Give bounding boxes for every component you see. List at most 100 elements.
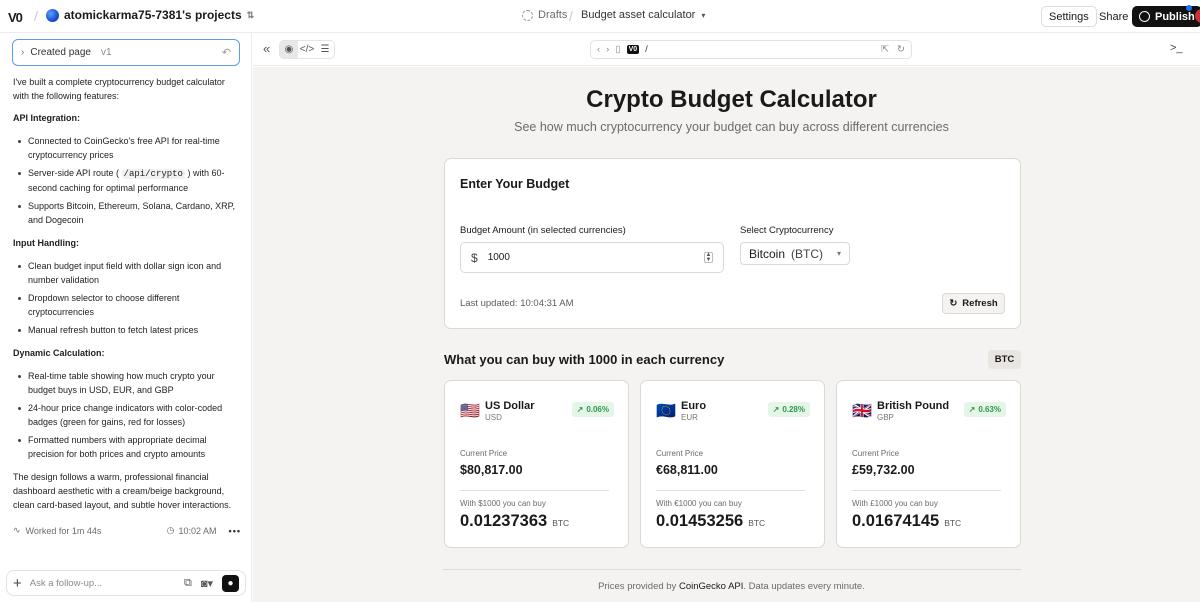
crypto-amount: 0.01674145 BTC — [852, 512, 961, 531]
divider — [852, 490, 1001, 491]
terminal-icon[interactable]: >_ — [1170, 42, 1183, 54]
settings-button[interactable]: Settings — [1041, 6, 1097, 27]
message-time: 10:02 AM — [178, 525, 217, 536]
reload-icon[interactable]: ↻ — [897, 44, 905, 55]
currency-name: US Dollar — [485, 400, 535, 412]
undo-icon[interactable]: ↶ — [222, 46, 231, 59]
publish-label: Publish — [1155, 10, 1195, 23]
open-external-icon[interactable]: ⇱ — [881, 44, 889, 55]
project-switcher[interactable]: atomickarma75-7381's projects ⇅ — [46, 8, 254, 22]
divider: / — [569, 8, 573, 24]
budget-card-title: Enter Your Budget — [460, 177, 570, 191]
currency-code: GBP — [877, 413, 894, 422]
app-preview: Crypto Budget Calculator See how much cr… — [253, 67, 1200, 602]
view-mode-toggle: ◉ </> ☰ — [279, 40, 335, 59]
chevron-right-icon: › — [21, 47, 25, 58]
project-avatar — [46, 8, 59, 22]
device-icon[interactable]: ▯ — [615, 44, 620, 55]
coingecko-link[interactable]: CoinGecko API — [679, 581, 743, 592]
refresh-icon: ↻ — [949, 298, 958, 309]
address-bar[interactable]: ‹ › ▯ V0 / ⇱ ↻ — [590, 40, 912, 59]
database-icon[interactable]: ☰ — [316, 41, 334, 58]
price-change-value: 0.28% — [782, 405, 805, 414]
currency-code: USD — [485, 413, 502, 422]
chevron-down-icon: ▾ — [701, 10, 706, 20]
current-price: €68,811.00 — [656, 463, 718, 477]
code-icon[interactable]: </> — [298, 41, 316, 58]
page-title: Crypto Budget Calculator — [586, 86, 877, 113]
list-item: 24-hour price change indicators with col… — [13, 401, 243, 429]
drafts-link[interactable]: Drafts — [522, 9, 567, 21]
assistant-message: I've built a complete cryptocurrency bud… — [13, 75, 243, 520]
results-heading: What you can buy with 1000 in each curre… — [444, 352, 725, 367]
page-name: Budget asset calculator — [581, 9, 696, 21]
current-price: $80,817.00 — [460, 463, 523, 477]
chevron-updown-icon: ⇅ — [246, 9, 255, 20]
section-title: API Integration: — [13, 113, 80, 123]
followup-placeholder: Ask a follow-up... — [29, 577, 103, 589]
chevron-down-icon: ▾ — [836, 249, 841, 258]
forward-icon[interactable]: › — [606, 44, 609, 55]
refresh-button[interactable]: ↻ Refresh — [942, 293, 1005, 314]
plus-icon[interactable]: + — [13, 575, 22, 592]
v0-logo-icon[interactable]: V0 — [8, 10, 28, 25]
trend-up-icon: ↗ — [968, 405, 976, 414]
more-options-icon[interactable]: ••• — [229, 526, 241, 536]
crypto-amount-value: 0.01674145 — [852, 512, 940, 530]
crypto-amount-value: 0.01237363 — [460, 512, 548, 530]
share-button[interactable]: Share — [1092, 6, 1135, 27]
budget-amount-input[interactable]: $ 1000 ▲ ▼ — [460, 242, 724, 273]
list-item: Dropdown selector to choose different cr… — [13, 291, 243, 319]
message-outro: The design follows a warm, professional … — [13, 472, 232, 510]
top-bar: V0 / atomickarma75-7381's projects ⇅ Dra… — [0, 0, 1200, 33]
eu-flag-icon: 🇪🇺 — [656, 403, 676, 420]
collapse-sidebar-icon[interactable]: « — [263, 41, 270, 56]
section-list: Connected to CoinGecko's free API for re… — [13, 134, 243, 227]
list-item: Connected to CoinGecko's free API for re… — [13, 134, 243, 162]
us-flag-icon: 🇺🇸 — [460, 403, 480, 420]
currency-card-usd: 🇺🇸 US Dollar USD ↗ 0.06% Current Price $8… — [444, 380, 629, 548]
crypto-amount: 0.01453256 BTC — [656, 512, 765, 531]
preview-toolbar: « ◉ </> ☰ ‹ › ▯ V0 / ⇱ ↻ >_ — [253, 33, 1200, 66]
currency-name: Euro — [681, 400, 707, 412]
worked-for-row: ∿ Worked for 1m 44s ◷ 10:02 AM ••• — [13, 525, 241, 536]
price-change-value: 0.63% — [978, 405, 1001, 414]
refresh-label: Refresh — [962, 298, 998, 309]
globe-icon — [1139, 11, 1150, 22]
message-intro: I've built a complete cryptocurrency bud… — [13, 77, 225, 101]
followup-input[interactable]: + Ask a follow-up... ⧉ ◙▾ ● — [6, 570, 246, 596]
section-title: Input Handling: — [13, 238, 79, 248]
price-change-value: 0.06% — [586, 405, 609, 414]
current-price: £59,732.00 — [852, 463, 915, 477]
crypto-amount-value: 0.01453256 — [656, 512, 744, 530]
created-page-card[interactable]: › Created page v1 ↶ — [12, 39, 240, 66]
drafts-label: Drafts — [538, 9, 568, 21]
model-selector-icon[interactable]: ◙▾ — [201, 577, 213, 590]
budget-amount-label: Budget Amount (in selected currencies) — [460, 225, 626, 236]
budget-card: Enter Your Budget Budget Amount (in sele… — [444, 158, 1021, 329]
crypto-select[interactable]: Bitcoin (BTC) ▾ — [740, 242, 850, 265]
list-item: Real-time table showing how much crypto … — [13, 369, 243, 397]
currency-card-gbp: 🇬🇧 British Pound GBP ↗ 0.63% Current Pric… — [836, 380, 1021, 548]
current-price-label: Current Price — [460, 449, 508, 458]
number-stepper[interactable]: ▲ ▼ — [704, 252, 713, 263]
version-label: v1 — [100, 47, 112, 58]
back-icon[interactable]: ‹ — [597, 44, 600, 55]
last-updated: Last updated: 10:04:31 AM — [460, 298, 574, 309]
section-title: Dynamic Calculation: — [13, 348, 105, 358]
clock-icon: ◷ — [166, 525, 175, 535]
microphone-icon[interactable]: ● — [222, 574, 239, 592]
divider — [656, 490, 805, 491]
trend-up-icon: ↗ — [576, 405, 584, 414]
dollar-sign-icon: $ — [471, 250, 478, 265]
section-list: Clean budget input field with dollar sig… — [13, 259, 243, 337]
divider: / — [34, 8, 38, 24]
can-buy-label: With $1000 you can buy — [460, 499, 546, 508]
uk-flag-icon: 🇬🇧 — [852, 403, 872, 420]
preview-eye-icon[interactable]: ◉ — [280, 41, 298, 58]
attach-icon[interactable]: ⧉ — [184, 577, 192, 590]
currency-card-eur: 🇪🇺 Euro EUR ↗ 0.28% Current Price €68,811… — [640, 380, 825, 548]
page-name-dropdown[interactable]: Budget asset calculator ▾ — [581, 9, 705, 21]
currency-name: British Pound — [877, 400, 950, 412]
crypto-select-label: Select Cryptocurrency — [740, 225, 834, 236]
